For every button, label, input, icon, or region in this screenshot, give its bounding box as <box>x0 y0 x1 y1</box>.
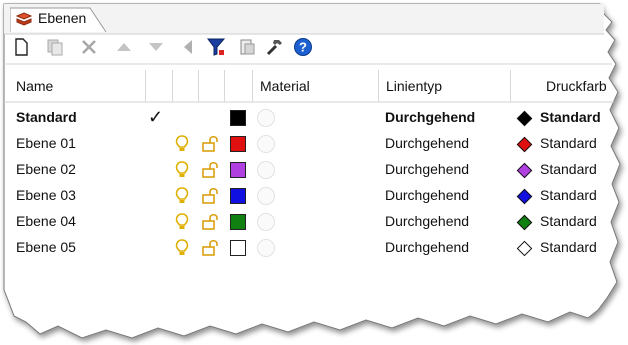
layer-name[interactable]: Ebene 04 <box>16 213 76 229</box>
layer-row[interactable]: Ebene 04 Durchgehend Standard <box>0 212 628 238</box>
material-swatch[interactable] <box>257 239 275 257</box>
column-divider <box>145 70 146 102</box>
lightbulb-icon[interactable] <box>175 161 189 179</box>
printcolor-swatch[interactable] <box>516 136 533 153</box>
move-to-parent-icon[interactable] <box>178 36 200 58</box>
printcolor-label[interactable]: Standard <box>540 135 606 151</box>
lightbulb-icon[interactable] <box>175 213 189 231</box>
linetype-label[interactable]: Durchgehend <box>385 187 469 203</box>
layer-color-swatch[interactable] <box>230 136 246 152</box>
column-divider <box>252 70 253 102</box>
layer-state-icon[interactable] <box>236 36 258 58</box>
layer-row[interactable]: Ebene 05 Durchgehend Standard <box>0 238 628 264</box>
column-divider <box>224 70 225 102</box>
tab-label: Ebenen <box>38 10 87 26</box>
column-divider <box>510 70 511 102</box>
filter-icon[interactable] <box>205 36 227 58</box>
lightbulb-icon[interactable] <box>175 135 189 153</box>
column-header-printcolor[interactable]: Druckfarbe <box>546 78 606 94</box>
layers-icon <box>15 12 33 26</box>
current-layer-checkmark[interactable]: ✓ <box>148 107 163 128</box>
layer-name[interactable]: Ebene 01 <box>16 135 76 151</box>
layer-name[interactable]: Ebene 03 <box>16 187 76 203</box>
move-down-icon[interactable] <box>145 36 167 58</box>
printcolor-label[interactable]: Standard <box>540 109 606 125</box>
column-divider <box>198 70 199 102</box>
printcolor-swatch[interactable] <box>516 240 533 257</box>
layer-name[interactable]: Ebene 02 <box>16 161 76 177</box>
column-divider <box>172 70 173 102</box>
column-divider <box>378 70 379 102</box>
material-swatch[interactable] <box>257 161 275 179</box>
linetype-label[interactable]: Durchgehend <box>385 239 469 255</box>
new-sublayer-icon[interactable] <box>44 36 66 58</box>
printcolor-label[interactable]: Standard <box>540 213 606 229</box>
printcolor-swatch[interactable] <box>516 110 533 127</box>
layer-color-swatch[interactable] <box>230 162 246 178</box>
help-icon[interactable]: ? <box>292 36 314 58</box>
lightbulb-icon[interactable] <box>175 239 189 257</box>
material-swatch[interactable] <box>257 135 275 153</box>
printcolor-swatch[interactable] <box>516 188 533 205</box>
linetype-label[interactable]: Durchgehend <box>385 135 469 151</box>
layer-name[interactable]: Ebene 05 <box>16 239 76 255</box>
layer-row[interactable]: Ebene 03 Durchgehend Standard <box>0 186 628 212</box>
linetype-label[interactable]: Durchgehend <box>385 109 475 125</box>
material-swatch[interactable] <box>257 187 275 205</box>
layer-row[interactable]: Ebene 02 Durchgehend Standard <box>0 160 628 186</box>
column-header-material[interactable]: Material <box>260 78 310 94</box>
new-layer-icon[interactable] <box>10 36 32 58</box>
lightbulb-icon[interactable] <box>175 187 189 205</box>
layer-name[interactable]: Standard <box>16 109 77 125</box>
material-swatch[interactable] <box>257 213 275 231</box>
delete-icon[interactable] <box>78 36 100 58</box>
printcolor-label[interactable]: Standard <box>540 239 606 255</box>
layer-color-swatch[interactable] <box>230 240 246 256</box>
unlocked-padlock-icon[interactable] <box>201 136 219 152</box>
unlocked-padlock-icon[interactable] <box>201 188 219 204</box>
tools-icon[interactable] <box>264 36 286 58</box>
unlocked-padlock-icon[interactable] <box>201 162 219 178</box>
printcolor-swatch[interactable] <box>516 214 533 231</box>
printcolor-label[interactable]: Standard <box>540 161 606 177</box>
move-up-icon[interactable] <box>113 36 135 58</box>
layers-panel: Ebenen ? Name Material Linientyp Druckfa… <box>0 0 628 345</box>
printcolor-swatch[interactable] <box>516 162 533 179</box>
material-swatch[interactable] <box>257 109 275 127</box>
printcolor-label[interactable]: Standard <box>540 187 606 203</box>
linetype-label[interactable]: Durchgehend <box>385 161 469 177</box>
column-header-linetype[interactable]: Linientyp <box>386 78 442 94</box>
layer-color-swatch[interactable] <box>230 188 246 204</box>
layer-color-swatch[interactable] <box>230 110 246 126</box>
linetype-label[interactable]: Durchgehend <box>385 213 469 229</box>
layer-row[interactable]: Ebene 01 Durchgehend Standard <box>0 134 628 160</box>
column-header-name[interactable]: Name <box>16 78 53 94</box>
svg-text:?: ? <box>299 40 307 55</box>
unlocked-padlock-icon[interactable] <box>201 214 219 230</box>
unlocked-padlock-icon[interactable] <box>201 240 219 256</box>
layer-color-swatch[interactable] <box>230 214 246 230</box>
layer-row[interactable]: Standard ✓ Durchgehend Standard <box>0 107 628 134</box>
